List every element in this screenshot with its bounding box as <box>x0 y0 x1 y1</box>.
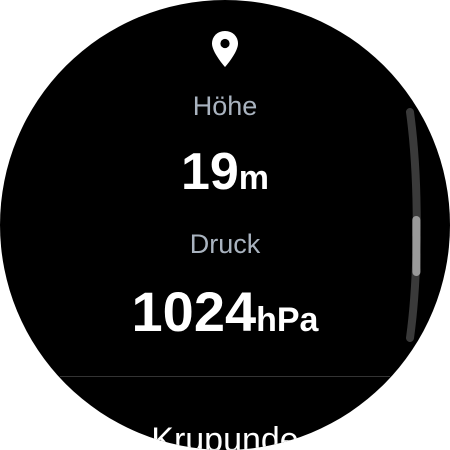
pressure-value: 1024hPa <box>0 280 450 344</box>
location-pin-icon <box>212 31 238 67</box>
scroll-indicator[interactable] <box>404 108 422 342</box>
next-list-item[interactable]: Krupunde <box>0 420 450 450</box>
divider <box>60 376 390 377</box>
pressure-unit: hPa <box>256 301 319 339</box>
pressure-label: Druck <box>189 229 261 259</box>
altitude-label: Höhe <box>192 91 258 121</box>
watch-screen: Höhe 19m Druck 1024hPa Krupunde <box>0 0 450 450</box>
altitude-number: 19 <box>180 143 239 201</box>
altitude-value: 19m <box>0 142 450 202</box>
pressure-number: 1024 <box>131 280 257 343</box>
altitude-unit: m <box>238 159 270 197</box>
